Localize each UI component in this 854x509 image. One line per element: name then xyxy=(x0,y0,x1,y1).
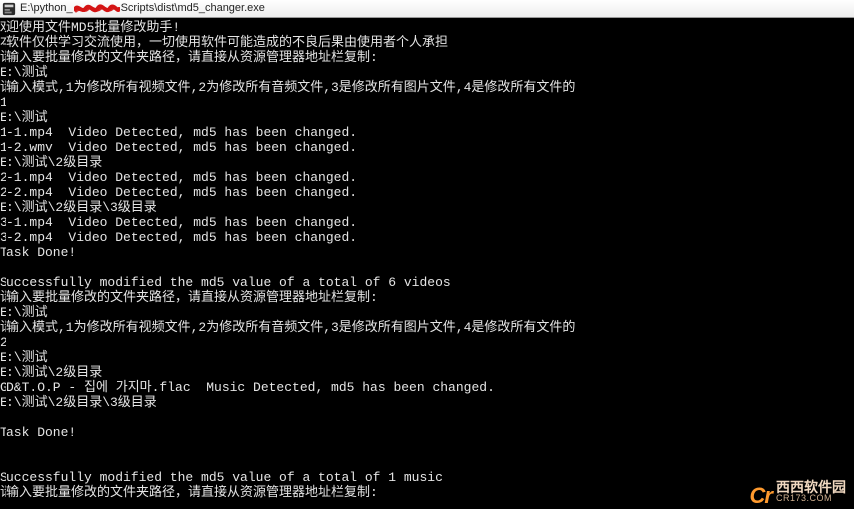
console-output[interactable]: 欢迎使用文件MD5批量修改助手!本软件仅供学习交流使用，一切使用软件可能造成的不… xyxy=(0,18,854,509)
console-line: 2 xyxy=(0,335,854,350)
console-line: 3-2.mp4 Video Detected, md5 has been cha… xyxy=(0,230,854,245)
watermark-logo: Cr xyxy=(750,488,772,503)
console-line: GD&T.O.P - 집에 가지마.flac Music Detected, m… xyxy=(0,380,854,395)
console-line: 1 xyxy=(0,95,854,110)
console-line: E:\测试 xyxy=(0,110,854,125)
app-icon xyxy=(2,2,16,16)
console-line xyxy=(0,260,854,275)
console-line: 请输入要批量修改的文件夹路径，请直接从资源管理器地址栏复制: xyxy=(0,50,854,65)
console-line: 请输入模式,1为修改所有视频文件,2为修改所有音频文件,3是修改所有图片文件,4… xyxy=(0,320,854,335)
console-line: 欢迎使用文件MD5批量修改助手! xyxy=(0,20,854,35)
console-line: E:\测试\2级目录\3级目录 xyxy=(0,395,854,410)
console-line: 2-1.mp4 Video Detected, md5 has been cha… xyxy=(0,170,854,185)
watermark-brand-cn: 西西软件园 xyxy=(776,480,846,494)
console-line: E:\测试 xyxy=(0,65,854,80)
console-line: E:\测试 xyxy=(0,350,854,365)
window-title-bar[interactable]: E:\python_ Scripts\dist\md5_changer.exe xyxy=(0,0,854,18)
console-line: Successfully modified the md5 value of a… xyxy=(0,470,854,485)
console-line: 1-1.mp4 Video Detected, md5 has been cha… xyxy=(0,125,854,140)
console-line: 本软件仅供学习交流使用，一切使用软件可能造成的不良后果由使用者个人承担 xyxy=(0,35,854,50)
redacted-scribble xyxy=(74,3,120,15)
console-line: E:\测试\2级目录 xyxy=(0,365,854,380)
console-line: 3-1.mp4 Video Detected, md5 has been cha… xyxy=(0,215,854,230)
console-line xyxy=(0,440,854,455)
window-title-prefix: E:\python_ xyxy=(20,1,73,16)
console-line: 1-2.wmv Video Detected, md5 has been cha… xyxy=(0,140,854,155)
console-line: 请输入要批量修改的文件夹路径，请直接从资源管理器地址栏复制: xyxy=(0,290,854,305)
console-line: E:\测试\2级目录\3级目录 xyxy=(0,200,854,215)
console-line: Successfully modified the md5 value of a… xyxy=(0,275,854,290)
console-line: Task Done! xyxy=(0,245,854,260)
console-line: E:\测试\2级目录 xyxy=(0,155,854,170)
watermark-brand-url: CR173.COM xyxy=(776,494,846,503)
console-line: E:\测试 xyxy=(0,305,854,320)
console-line xyxy=(0,455,854,470)
site-watermark: Cr 西西软件园 CR173.COM xyxy=(750,480,846,503)
console-line: 请输入模式,1为修改所有视频文件,2为修改所有音频文件,3是修改所有图片文件,4… xyxy=(0,80,854,95)
window-title-suffix: Scripts\dist\md5_changer.exe xyxy=(121,1,265,16)
console-line: 2-2.mp4 Video Detected, md5 has been cha… xyxy=(0,185,854,200)
console-line xyxy=(0,410,854,425)
console-line: 请输入要批量修改的文件夹路径，请直接从资源管理器地址栏复制: xyxy=(0,485,854,500)
console-line: Task Done! xyxy=(0,425,854,440)
